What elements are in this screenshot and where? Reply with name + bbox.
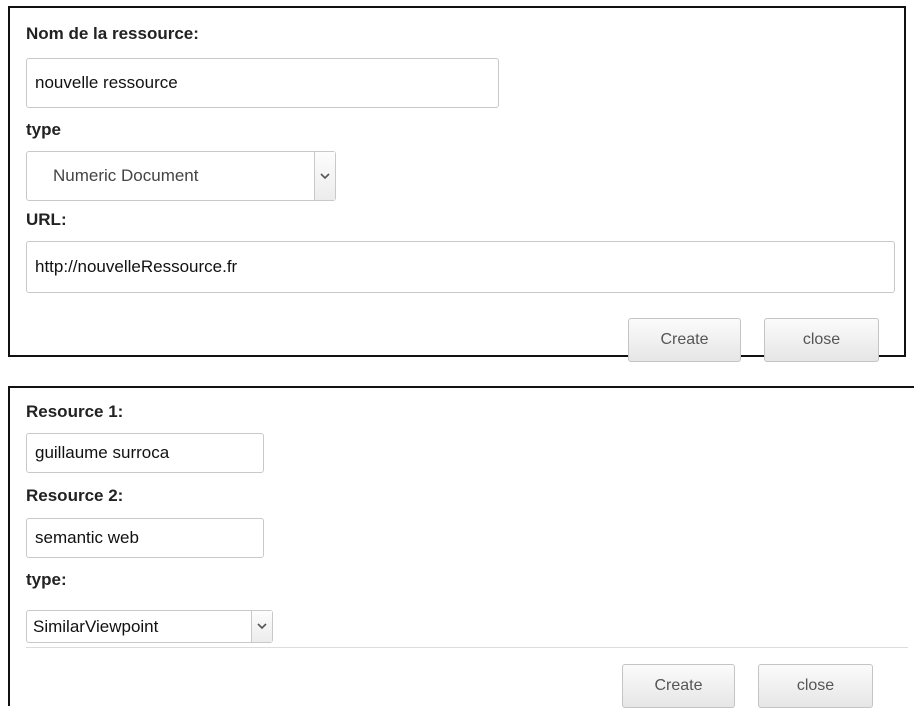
resource1-input[interactable]: guillaume surroca — [26, 433, 264, 473]
type-label: type — [26, 120, 61, 139]
resource2-input[interactable]: semantic web — [26, 518, 264, 558]
url-label: URL: — [26, 210, 67, 229]
type-select[interactable]: Numeric Document — [26, 151, 336, 201]
chevron-down-icon[interactable] — [251, 611, 272, 642]
link-type-select-value: SimilarViewpoint — [33, 616, 159, 636]
create-button[interactable]: Create — [628, 318, 741, 362]
close-button[interactable]: close — [764, 318, 879, 362]
create-button[interactable]: Create — [622, 664, 735, 708]
link-type-label: type: — [26, 570, 67, 589]
link-type-select[interactable]: SimilarViewpoint — [26, 610, 273, 643]
resource2-label: Resource 2: — [26, 486, 124, 505]
resource-name-input[interactable]: nouvelle ressource — [26, 58, 499, 108]
chevron-down-icon[interactable] — [314, 152, 335, 200]
divider — [26, 647, 908, 648]
resource1-label: Resource 1: — [26, 402, 124, 421]
url-input[interactable]: http://nouvelleRessource.fr — [26, 241, 895, 293]
close-button[interactable]: close — [758, 664, 873, 708]
create-resource-dialog: Nom de la ressource: nouvelle ressource … — [8, 6, 906, 362]
type-select-value: Numeric Document — [53, 166, 199, 185]
create-link-dialog: Resource 1: guillaume surroca Resource 2… — [8, 386, 914, 708]
resource-name-label: Nom de la ressource: — [26, 24, 199, 43]
